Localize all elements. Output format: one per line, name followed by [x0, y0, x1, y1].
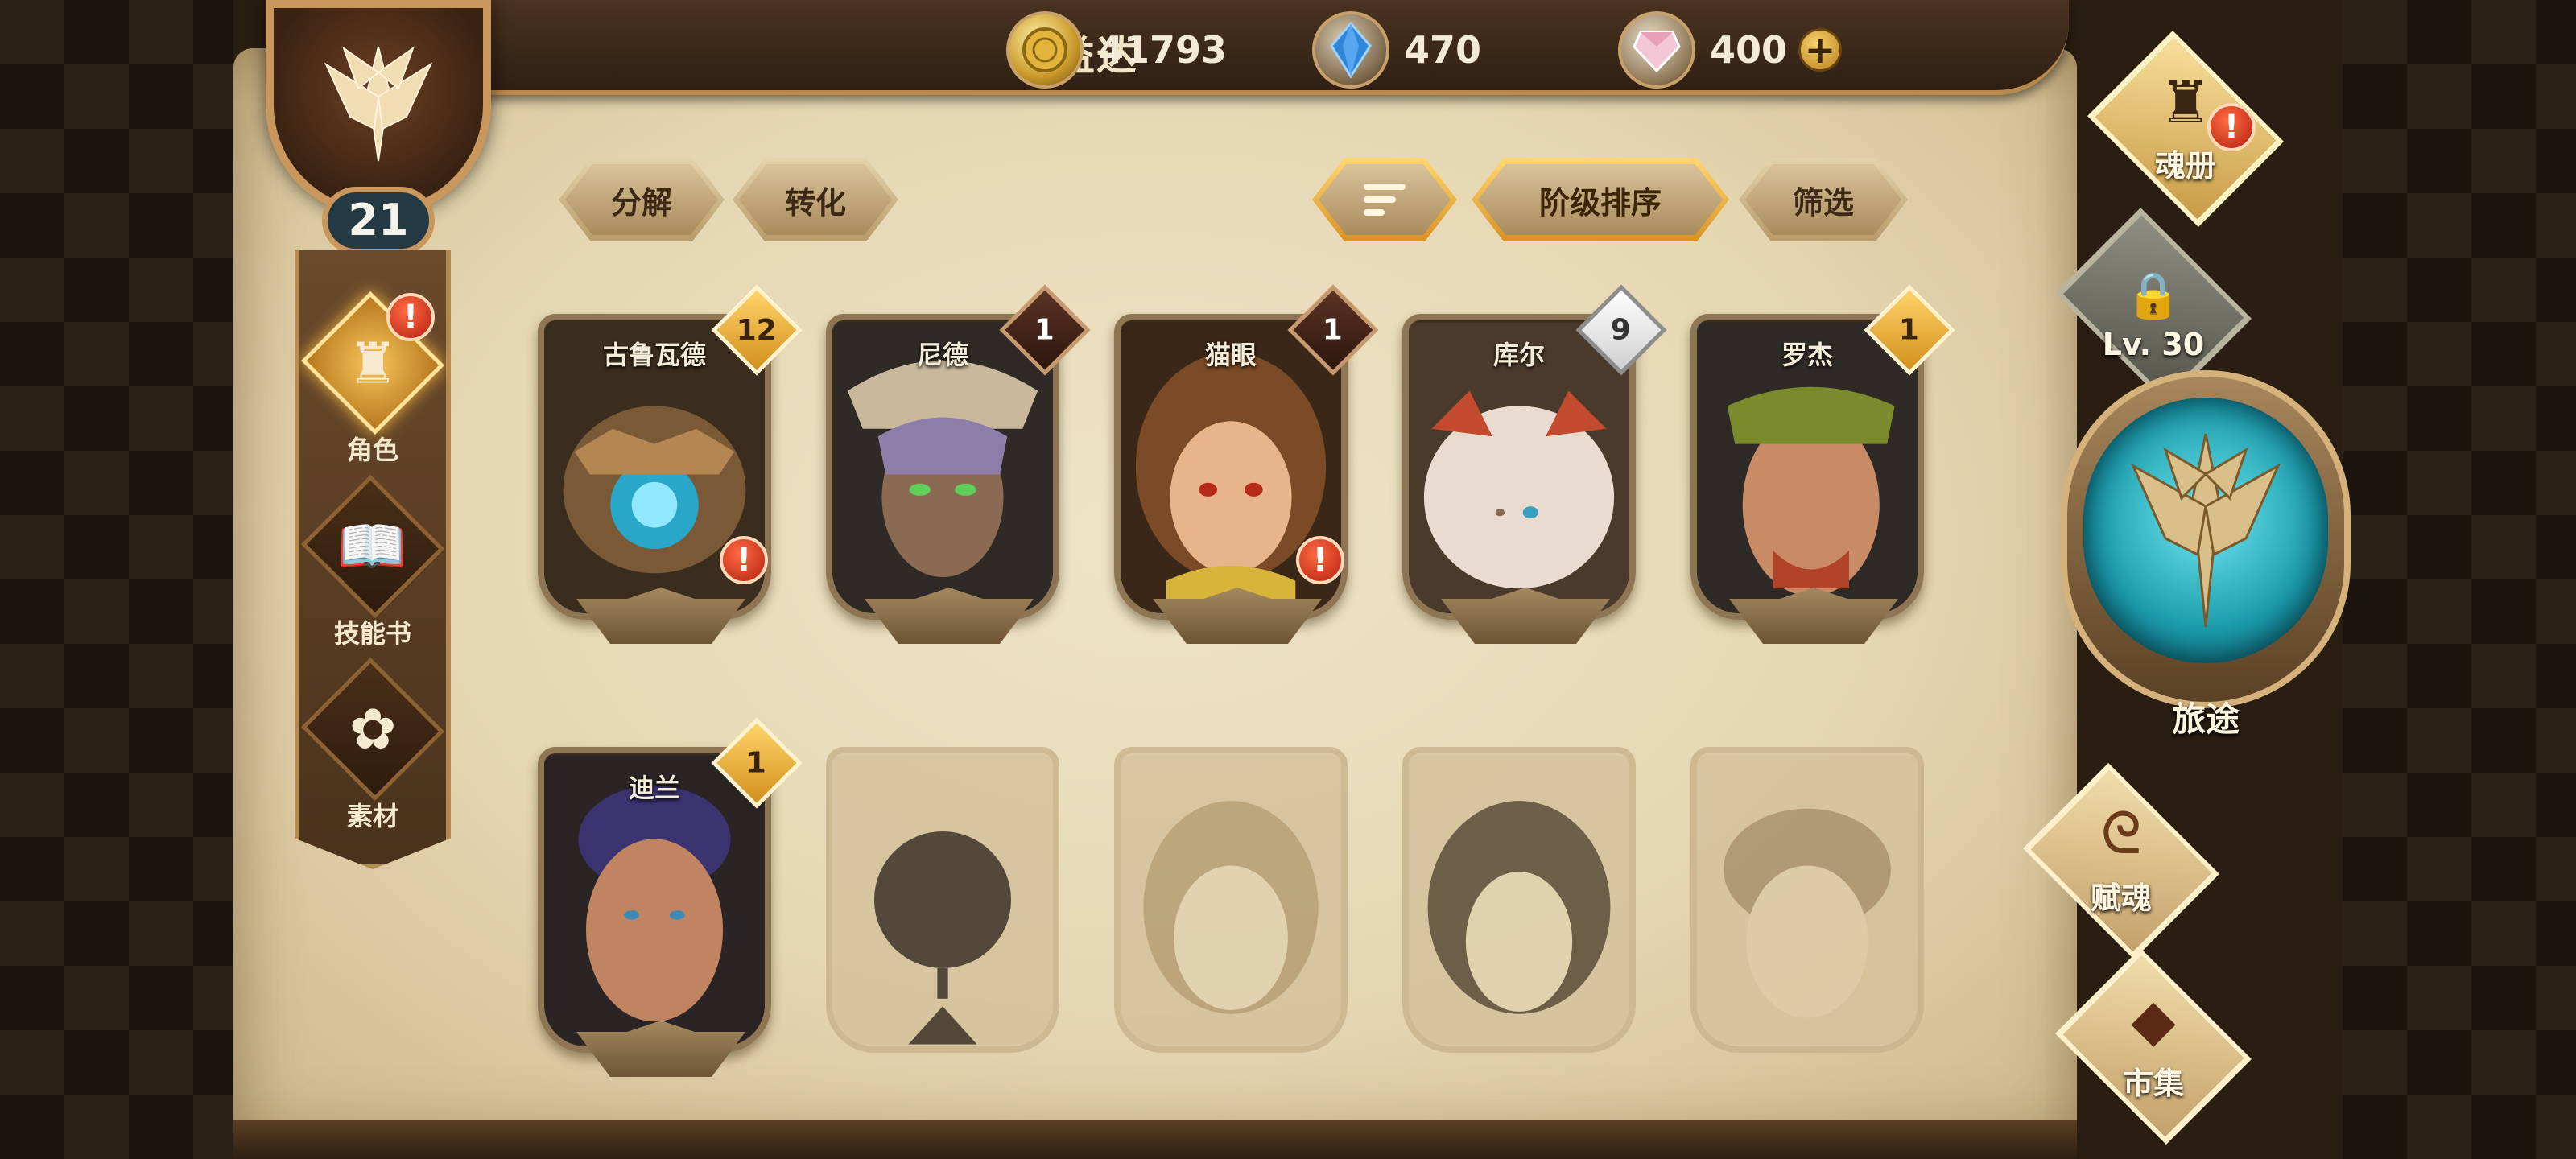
hero-alert-icon: ! — [1296, 536, 1344, 584]
nav-item-materials[interactable]: ✿ 素材 — [295, 656, 451, 833]
hero-card-cat-eye[interactable]: 猫眼 1 ! — [1114, 284, 1379, 644]
gem-currency[interactable]: 400 + — [1618, 11, 1843, 89]
blue-crystal-icon — [1312, 11, 1389, 89]
decompose-button[interactable]: 分解 — [559, 158, 724, 241]
nav-label-skill-books: 技能书 — [333, 618, 411, 649]
endow-soul-button[interactable]: ᘓ 赋魂 — [2013, 763, 2230, 959]
hero-card-roger[interactable]: 罗杰 1 — [1690, 284, 1955, 644]
player-level-emblem[interactable]: 21 — [233, 0, 523, 266]
sort-icon — [1364, 184, 1406, 216]
gold-coin-icon — [1006, 11, 1084, 89]
hero-card-kur[interactable]: 库尔 9 — [1402, 284, 1667, 644]
swirl-icon: ᘓ — [2100, 799, 2142, 867]
add-gem-button[interactable]: + — [1798, 28, 1843, 72]
locked-sepia-portrait — [1697, 753, 1918, 1046]
gold-value: 41793 — [1098, 28, 1228, 72]
market-label: 市集 — [2122, 1066, 2184, 1101]
hero-alert-icon: ! — [720, 536, 768, 584]
locked-hero-card[interactable] — [1114, 747, 1348, 1053]
locked-sepia-portrait — [1121, 753, 1341, 1046]
player-level: 21 — [322, 187, 435, 254]
soul-book-button[interactable]: ♜ 魂册 ! — [2077, 31, 2294, 227]
sort-by-tier-button[interactable]: 阶级排序 — [1472, 158, 1729, 241]
endow-soul-label: 赋魂 — [2090, 881, 2152, 916]
locked-hero-card[interactable] — [1690, 747, 1924, 1053]
filter-button[interactable]: 筛选 — [1739, 158, 1908, 241]
gem-value: 400 — [1710, 28, 1788, 72]
gold-currency[interactable]: 41793 — [1006, 11, 1227, 89]
nav-label-materials: 素材 — [346, 801, 398, 831]
guild-locked-button[interactable]: 🔒 Lv. 30 — [2045, 208, 2262, 404]
top-resource-bar: 益达 41793 470 400 + — [346, 0, 2069, 95]
parchment-bottom-edge — [233, 1120, 2077, 1159]
journey-label: 旅途 — [2171, 699, 2240, 739]
hero-card-nide[interactable]: 尼德 1 — [826, 284, 1091, 644]
hero-card-dylan[interactable]: 迪兰 1 — [538, 717, 803, 1077]
nav-item-skill-books[interactable]: 📖 技能书 — [295, 473, 451, 650]
hero-card-guruwade[interactable]: 古鲁瓦德 12 ! — [538, 284, 803, 644]
journey-button[interactable]: 旅途 — [2061, 370, 2351, 757]
locked-sepia-portrait — [1409, 753, 1629, 1046]
nav-label-characters: 角色 — [346, 435, 398, 465]
gem-market-icon: ◆ — [2131, 986, 2176, 1054]
left-decor-panel — [0, 0, 233, 1159]
guild-unlock-level: Lv. 30 — [2102, 327, 2205, 362]
locked-hero-card[interactable] — [826, 747, 1059, 1053]
material-icon: ✿ — [300, 657, 445, 802]
pink-gem-icon — [1618, 11, 1695, 89]
nav-item-characters[interactable]: ♜ 角色 ! — [295, 290, 451, 467]
skill-book-icon: 📖 — [300, 474, 445, 619]
locked-hero-card[interactable] — [1402, 747, 1636, 1053]
soul-book-alert-icon: ! — [2207, 103, 2256, 151]
crest-icon — [266, 0, 491, 217]
market-button[interactable]: ◆ 市集 — [2045, 948, 2262, 1145]
convert-button[interactable]: 转化 — [733, 158, 898, 241]
locked-silhouette-portrait — [832, 753, 1053, 1046]
lock-icon: 🔒 — [2125, 270, 2182, 322]
journey-crest-icon — [2083, 398, 2328, 663]
crystal-value: 470 — [1404, 28, 1482, 72]
soul-book-icon: ♜ — [2159, 68, 2212, 136]
characters-alert-icon: ! — [386, 293, 435, 341]
soul-book-label: 魂册 — [2154, 148, 2216, 184]
right-decor-panel — [2343, 0, 2576, 1159]
crystal-currency[interactable]: 470 — [1312, 11, 1481, 89]
